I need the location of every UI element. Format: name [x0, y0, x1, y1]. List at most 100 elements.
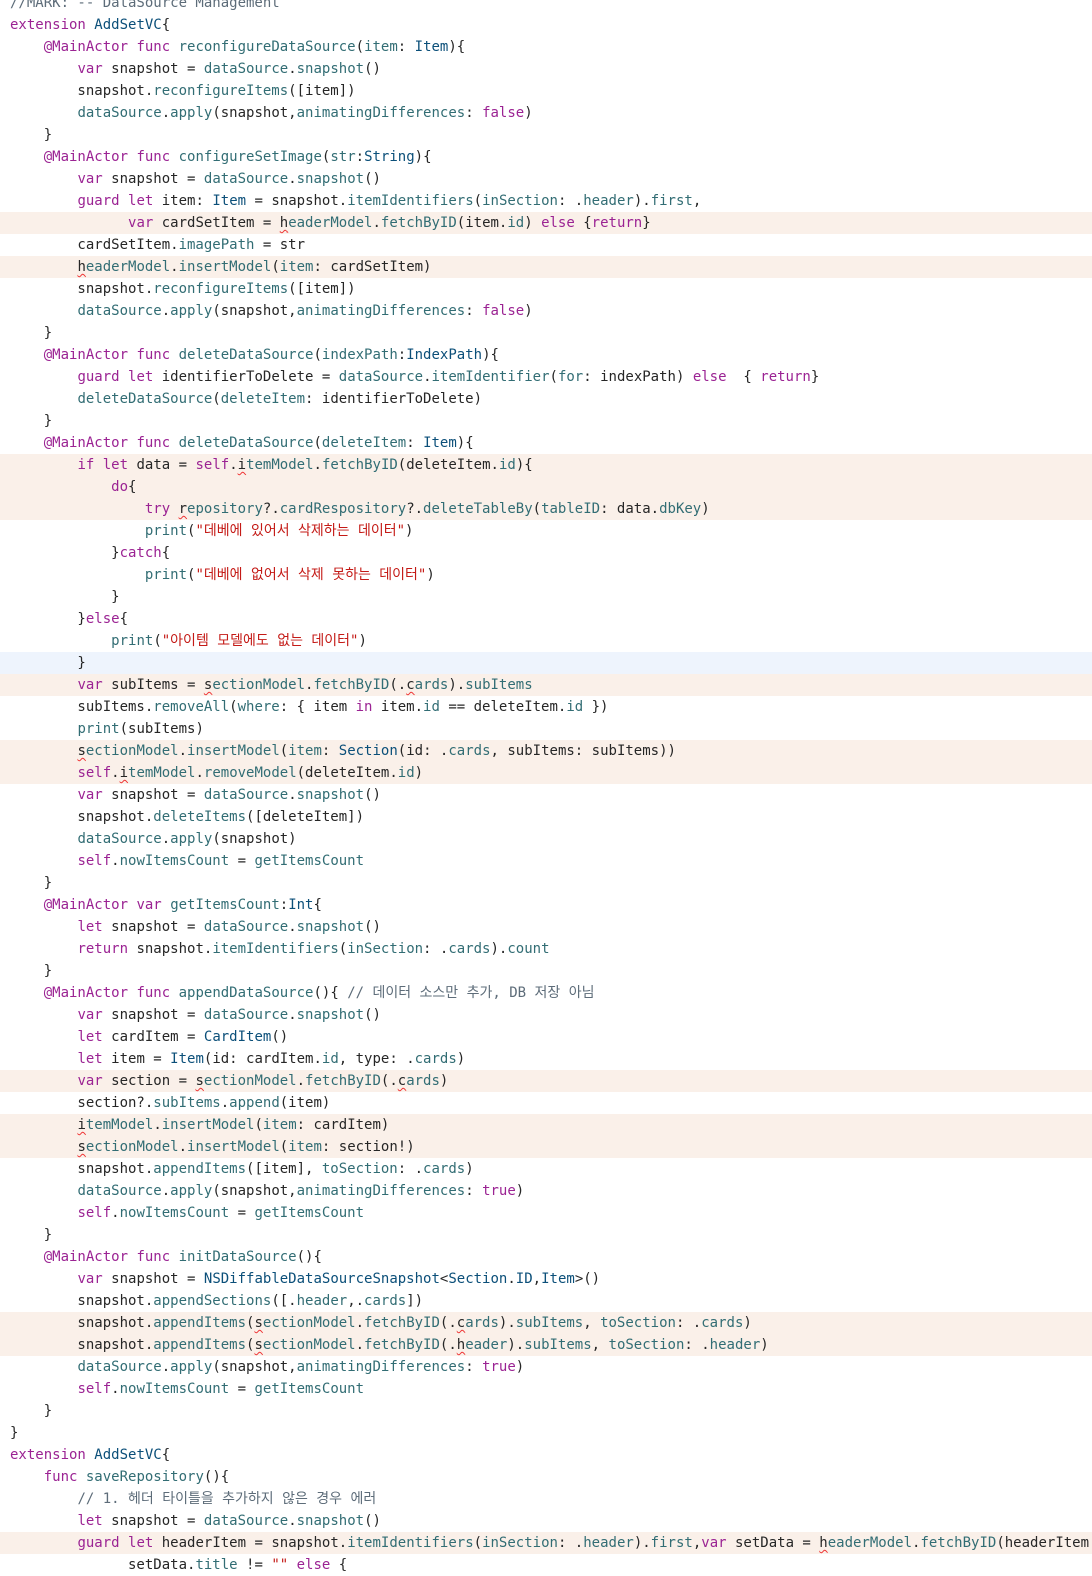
- code-line[interactable]: let snapshot = dataSource.snapshot(): [0, 916, 1092, 938]
- code-line[interactable]: @MainActor var getItemsCount:Int{: [0, 894, 1092, 916]
- code-line[interactable]: }: [0, 652, 1092, 674]
- code-line[interactable]: let cardItem = CardItem(): [0, 1026, 1092, 1048]
- code-line[interactable]: var cardSetItem = headerModel.fetchByID(…: [0, 212, 1092, 234]
- code-token: "": [271, 1557, 289, 1573]
- code-line[interactable]: self.nowItemsCount = getItemsCount: [0, 1378, 1092, 1400]
- code-line[interactable]: @MainActor func deleteDataSource(deleteI…: [0, 432, 1092, 454]
- code-token: self: [77, 1381, 112, 1397]
- code-line[interactable]: func saveRepository(){: [0, 1466, 1092, 1488]
- code-line[interactable]: section?.subItems.append(item): [0, 1092, 1092, 1114]
- code-line[interactable]: }else{: [0, 608, 1092, 630]
- code-token: cardItem =: [102, 1029, 204, 1045]
- code-line[interactable]: }: [0, 410, 1092, 432]
- code-line[interactable]: dataSource.apply(snapshot): [0, 828, 1092, 850]
- code-line[interactable]: dataSource.apply(snapshot,animatingDiffe…: [0, 300, 1092, 322]
- code-token: ): [465, 1161, 474, 1177]
- code-line[interactable]: cardSetItem.imagePath = str: [0, 234, 1092, 256]
- code-line[interactable]: @MainActor func reconfigureDataSource(it…: [0, 36, 1092, 58]
- code-token: item =: [102, 1051, 171, 1067]
- code-token: "데베에 없어서 삭제 못하는 데이터": [195, 567, 427, 583]
- code-line[interactable]: var snapshot = dataSource.snapshot(): [0, 58, 1092, 80]
- code-line[interactable]: print("데베에 없어서 삭제 못하는 데이터"): [0, 564, 1092, 586]
- code-line[interactable]: var snapshot = NSDiffableDataSourceSnaps…: [0, 1268, 1092, 1290]
- code-line[interactable]: var section = sectionModel.fetchByID(.ca…: [0, 1070, 1092, 1092]
- code-line[interactable]: }: [0, 1224, 1092, 1246]
- code-token: }): [583, 699, 609, 715]
- code-line[interactable]: dataSource.apply(snapshot,animatingDiffe…: [0, 102, 1092, 124]
- code-line[interactable]: dataSource.apply(snapshot,animatingDiffe…: [0, 1180, 1092, 1202]
- code-line[interactable]: // 1. 헤더 타이틀을 추가하지 않은 경우 에러: [0, 1488, 1092, 1510]
- code-line[interactable]: print("아이템 모델에도 없는 데이터"): [0, 630, 1092, 652]
- code-line[interactable]: self.nowItemsCount = getItemsCount: [0, 1202, 1092, 1224]
- code-line[interactable]: extension AddSetVC{: [0, 14, 1092, 36]
- code-token: cards: [423, 1161, 466, 1177]
- code-line[interactable]: do{: [0, 476, 1092, 498]
- code-token: snapshot.: [10, 1315, 154, 1331]
- code-line[interactable]: var snapshot = dataSource.snapshot(): [0, 168, 1092, 190]
- code-line[interactable]: var snapshot = dataSource.snapshot(): [0, 1004, 1092, 1026]
- code-line[interactable]: }: [0, 872, 1092, 894]
- code-line[interactable]: dataSource.apply(snapshot,animatingDiffe…: [0, 1356, 1092, 1378]
- code-line[interactable]: print("데베에 있어서 삭제하는 데이터"): [0, 520, 1092, 542]
- code-line[interactable]: guard let identifierToDelete = dataSourc…: [0, 366, 1092, 388]
- code-line[interactable]: }: [0, 124, 1092, 146]
- code-line[interactable]: @MainActor func configureSetImage(str:St…: [0, 146, 1092, 168]
- code-line[interactable]: deleteDataSource(deleteItem: identifierT…: [0, 388, 1092, 410]
- code-line[interactable]: snapshot.deleteItems([deleteItem]): [0, 806, 1092, 828]
- code-line[interactable]: setData.title != "" else {: [0, 1554, 1092, 1576]
- code-line[interactable]: if let data = self.itemModel.fetchByID(d…: [0, 454, 1092, 476]
- code-token: snapshot =: [102, 61, 204, 77]
- code-line[interactable]: @MainActor func initDataSource(){: [0, 1246, 1092, 1268]
- code-line[interactable]: snapshot.appendItems([item], toSection: …: [0, 1158, 1092, 1180]
- code-token: fetchByID: [364, 1337, 440, 1353]
- code-token: ): [515, 1359, 525, 1375]
- code-line[interactable]: try repository?.cardRespository?.deleteT…: [0, 498, 1092, 520]
- code-line[interactable]: subItems.removeAll(where: { item in item…: [0, 696, 1092, 718]
- code-line[interactable]: //MARK: -- DataSource Management: [0, 0, 1092, 14]
- code-line[interactable]: }: [0, 1422, 1092, 1444]
- code-token: snapshot: [296, 61, 365, 77]
- code-token: header: [583, 193, 634, 209]
- code-line[interactable]: var snapshot = dataSource.snapshot(): [0, 784, 1092, 806]
- code-line[interactable]: itemModel.insertModel(item: cardItem): [0, 1114, 1092, 1136]
- source-editor[interactable]: //MARK: -- DataSource Management extensio…: [0, 0, 1092, 1576]
- code-line[interactable]: }catch{: [0, 542, 1092, 564]
- code-token: Item: [423, 435, 457, 451]
- code-line[interactable]: @MainActor func deleteDataSource(indexPa…: [0, 344, 1092, 366]
- code-line[interactable]: extension AddSetVC{: [0, 1444, 1092, 1466]
- code-line[interactable]: }: [0, 586, 1092, 608]
- code-line[interactable]: snapshot.appendSections([.header,.cards]…: [0, 1290, 1092, 1312]
- code-line[interactable]: snapshot.appendItems(sectionModel.fetchB…: [0, 1312, 1092, 1334]
- code-line[interactable]: print(subItems): [0, 718, 1092, 740]
- code-line[interactable]: snapshot.reconfigureItems([item]): [0, 278, 1092, 300]
- code-token: else: [296, 1557, 331, 1573]
- code-token: @MainActor: [43, 1249, 129, 1265]
- code-line[interactable]: headerModel.insertModel(item: cardSetIte…: [0, 256, 1092, 278]
- code-line[interactable]: snapshot.appendItems(sectionModel.fetchB…: [0, 1334, 1092, 1356]
- code-line[interactable]: }: [0, 1400, 1092, 1422]
- code-line[interactable]: var subItems = sectionModel.fetchByID(.c…: [0, 674, 1092, 696]
- code-line[interactable]: guard let headerItem = snapshot.itemIden…: [0, 1532, 1092, 1554]
- code-line[interactable]: let snapshot = dataSource.snapshot(): [0, 1510, 1092, 1532]
- code-line[interactable]: self.nowItemsCount = getItemsCount: [0, 850, 1092, 872]
- code-line[interactable]: @MainActor func appendDataSource(){ // 데…: [0, 982, 1092, 1004]
- code-line[interactable]: sectionModel.insertModel(item: Section(i…: [0, 740, 1092, 762]
- code-line[interactable]: let item = Item(id: cardItem.id, type: .…: [0, 1048, 1092, 1070]
- code-line[interactable]: sectionModel.insertModel(item: section!): [0, 1136, 1092, 1158]
- code-token: func: [43, 1469, 78, 1485]
- code-line[interactable]: return snapshot.itemIdentifiers(inSectio…: [0, 938, 1092, 960]
- code-line[interactable]: }: [0, 960, 1092, 982]
- code-token: : .: [684, 1337, 710, 1353]
- code-line[interactable]: snapshot.reconfigureItems([item]): [0, 80, 1092, 102]
- code-line[interactable]: self.itemModel.removeModel(deleteItem.id…: [0, 762, 1092, 784]
- code-token: :: [355, 149, 365, 165]
- code-token: r: [178, 501, 188, 517]
- code-token: animatingDifferences: [296, 1359, 466, 1375]
- code-line[interactable]: }: [0, 322, 1092, 344]
- code-line[interactable]: guard let item: Item = snapshot.itemIden…: [0, 190, 1092, 212]
